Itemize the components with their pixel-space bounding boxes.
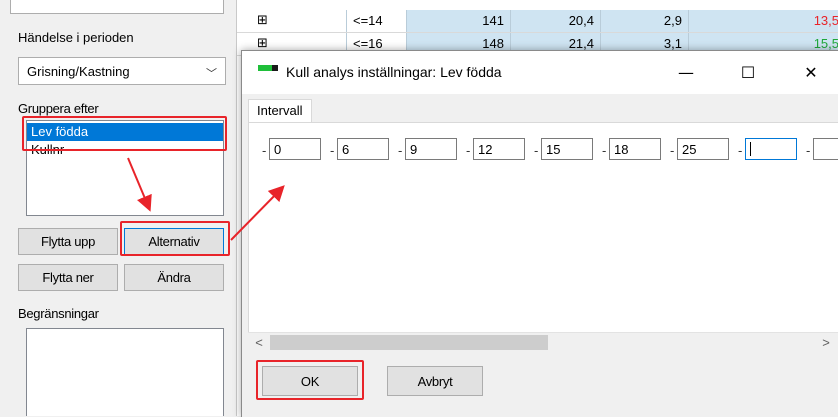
arrow-to-options-icon xyxy=(127,157,152,212)
arrow-to-dialog-icon xyxy=(230,185,285,241)
annotation-arrows xyxy=(127,157,285,241)
